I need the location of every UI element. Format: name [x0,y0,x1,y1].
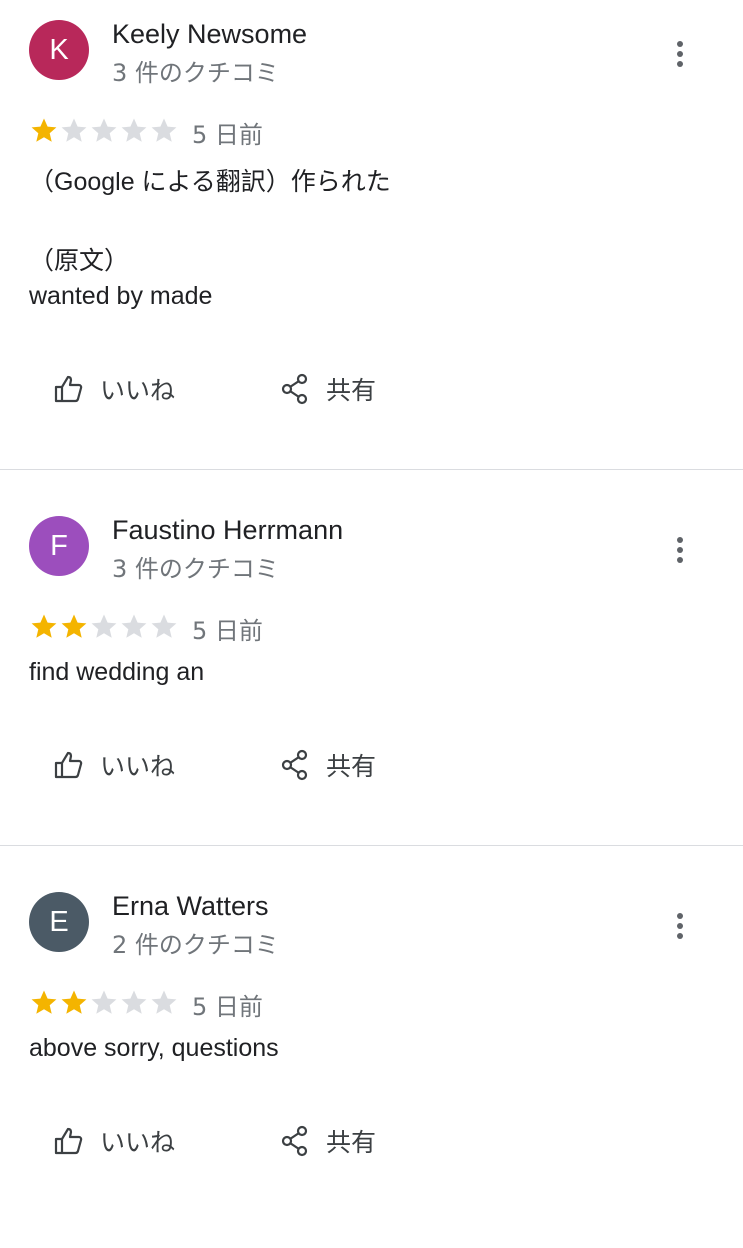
star-filled-icon [31,118,57,142]
avatar[interactable]: E [29,892,89,952]
avatar[interactable]: F [29,516,89,576]
star-rating [29,988,179,1020]
more-vert-icon [677,41,683,67]
like-label: いいね [100,752,176,781]
more-options-button[interactable] [664,532,696,568]
star-filled-icon [31,614,57,638]
original-heading: （原文） [29,247,130,275]
review-card: F Faustino Herrmann 3 件のクチコミ 5 日前 find w… [0,496,743,872]
more-options-button[interactable] [664,36,696,72]
star-empty-icon [151,118,177,142]
star-filled-icon [61,990,87,1014]
share-label: 共有 [326,752,377,781]
divider [0,469,743,470]
star-filled-icon [61,614,87,638]
review-card: E Erna Watters 2 件のクチコミ 5 日前 above sorry… [0,872,743,1248]
divider [0,845,743,846]
review-count: 3 件のクチコミ [112,555,279,583]
author-name[interactable]: Faustino Herrmann [112,515,343,546]
star-rating [29,116,179,148]
star-filled-icon [31,990,57,1014]
thumb-up-icon [54,751,83,779]
share-icon [281,749,308,781]
more-vert-icon [677,913,683,939]
like-button[interactable]: いいね [52,367,175,411]
star-empty-icon [151,614,177,638]
share-button[interactable]: 共有 [280,743,376,787]
review-text: wanted by made [29,282,213,310]
review-text: find wedding an [29,658,205,686]
review-card: K Keely Newsome 3 件のクチコミ 5 日前 （Google によ… [0,0,743,405]
share-label: 共有 [326,376,377,405]
share-button[interactable]: 共有 [280,367,376,411]
author-name[interactable]: Erna Watters [112,891,269,922]
review-date: 5 日前 [192,617,263,645]
like-label: いいね [100,1128,176,1157]
star-empty-icon [121,990,147,1014]
share-icon [281,373,308,405]
review-count: 2 件のクチコミ [112,931,279,959]
review-date: 5 日前 [192,993,263,1021]
star-empty-icon [91,990,117,1014]
like-label: いいね [100,376,176,405]
share-button[interactable]: 共有 [280,1119,376,1163]
like-button[interactable]: いいね [52,1119,175,1163]
like-button[interactable]: いいね [52,743,175,787]
avatar[interactable]: K [29,20,89,80]
star-empty-icon [121,614,147,638]
star-empty-icon [121,118,147,142]
thumb-up-icon [54,375,83,403]
share-label: 共有 [326,1128,377,1157]
more-vert-icon [677,537,683,563]
more-options-button[interactable] [664,908,696,944]
star-empty-icon [151,990,177,1014]
star-empty-icon [91,614,117,638]
author-name[interactable]: Keely Newsome [112,19,307,50]
translation-line: （Google による翻訳）作られた [29,168,391,196]
star-rating [29,612,179,644]
review-text: above sorry, questions [29,1034,279,1062]
thumb-up-icon [54,1127,83,1155]
review-count: 3 件のクチコミ [112,59,279,87]
share-icon [281,1125,308,1157]
review-date: 5 日前 [192,121,263,149]
star-empty-icon [61,118,87,142]
star-empty-icon [91,118,117,142]
